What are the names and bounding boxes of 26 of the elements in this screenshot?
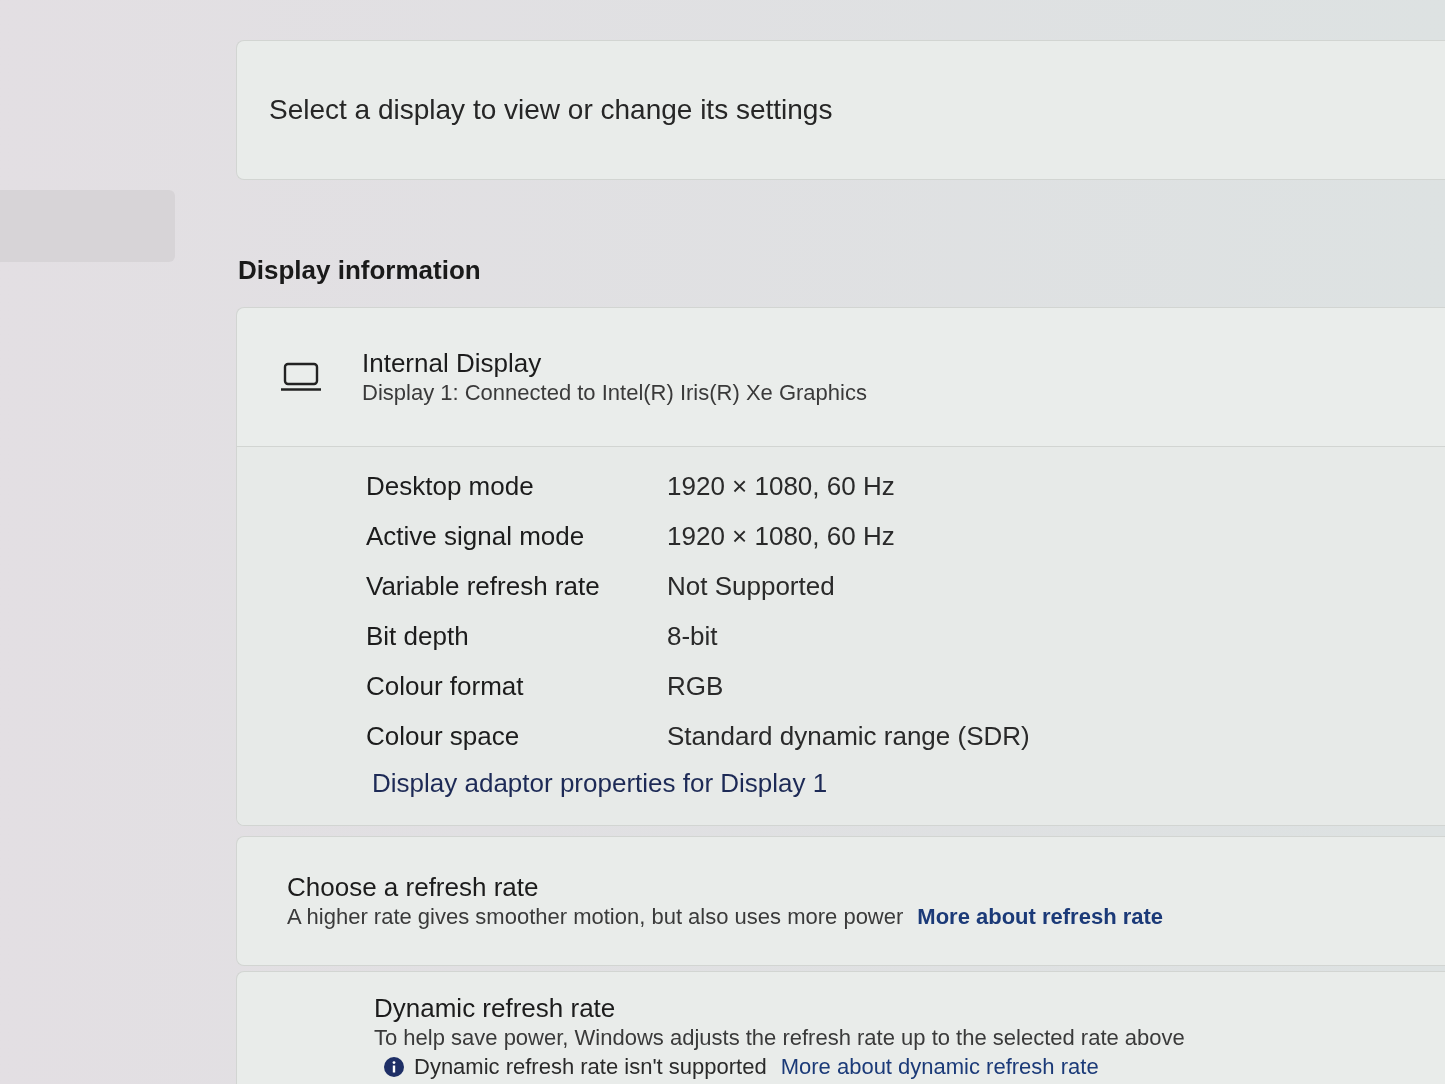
property-value: 1920 × 1080, 60 Hz <box>667 520 895 552</box>
property-label: Variable refresh rate <box>366 570 601 602</box>
setting-title: Choose a refresh rate <box>287 871 539 903</box>
prompt-text: Select a display to view or change its settings <box>269 93 833 127</box>
notice-text: Dynamic refresh rate isn't supported <box>414 1054 767 1080</box>
property-label: Colour format <box>366 670 525 702</box>
property-value: 1920 × 1080, 60 Hz <box>667 470 895 502</box>
property-label: Colour space <box>366 720 521 752</box>
property-value: Not Supported <box>667 570 835 602</box>
dynamic-refresh-link[interactable]: More about dynamic refresh rate <box>780 1054 1099 1080</box>
property-value: RGB <box>667 670 724 702</box>
section-heading: Display information <box>238 254 481 287</box>
property-value: 8-bit <box>667 620 718 652</box>
property-label: Active signal mode <box>366 520 586 552</box>
setting-description: To help save power, Windows adjusts the refresh rate up to the selected rate above <box>374 1024 1185 1052</box>
property-label: Bit depth <box>366 620 470 652</box>
property-label: Desktop mode <box>366 470 535 502</box>
refresh-rate-link[interactable]: More about refresh rate <box>917 903 1164 931</box>
display-subtitle: Display 1: Connected to Intel(R) Iris(R) Xe Graphics <box>362 379 867 407</box>
setting-description: A higher rate gives smoother motion, but also uses more power <box>287 903 904 931</box>
property-value: Standard dynamic range (SDR) <box>667 720 1030 752</box>
display-title: Internal Display <box>362 347 543 379</box>
adapter-properties-link[interactable]: Display adaptor properties for Display 1 <box>372 767 828 799</box>
info-icon <box>384 1057 404 1077</box>
setting-title: Dynamic refresh rate <box>374 992 616 1024</box>
laptop-icon <box>281 362 321 392</box>
